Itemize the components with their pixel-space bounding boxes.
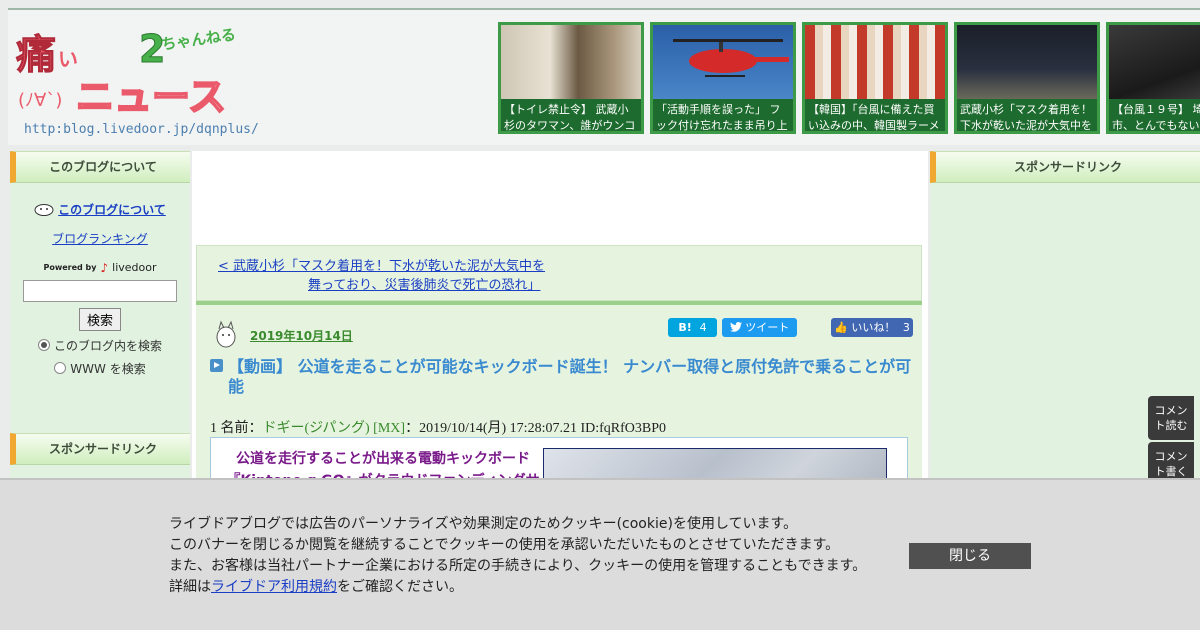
thumb-caption: 【台風１９号】 埼玉山市、とんでもない xyxy=(1112,103,1200,132)
terms-link[interactable]: ライブドア利用規約 xyxy=(211,579,337,595)
cookie-line-4: 詳細はライブドア利用規約をご確認ください。 xyxy=(169,577,866,598)
twitter-bird-icon xyxy=(729,322,742,332)
livedoor-label: livedoor xyxy=(112,261,157,274)
res-prefix: 1 名前： xyxy=(210,421,263,436)
site-header: 痛 い 2 ちゃんねる (ﾉ∀`) ニュース http:blog.livedoo… xyxy=(8,8,1200,145)
logo-channel-text: ちゃんねる xyxy=(160,25,234,53)
radio-blog-label: このブログ内を検索 xyxy=(53,338,162,353)
like-count: 3 xyxy=(902,321,910,334)
livedoor-logo-icon: ♪ xyxy=(100,260,109,275)
logo-face: (ﾉ∀`) xyxy=(18,90,62,111)
helicopter-icon xyxy=(673,39,789,77)
sponsor-heading-right: スポンサードリンク xyxy=(930,151,1200,183)
thumb-caption: 武蔵小杉「マスク着用を！下水が乾いた泥が大気中を xyxy=(960,103,1092,132)
headline-thumb[interactable]: 【韓国】「台風に備えた買い込みの中、韓国製ラーメ xyxy=(802,22,948,134)
post-response-header: 1 名前：ドギー(ジパング) [MX]：2019/10/14(月) 17:28:… xyxy=(210,417,666,437)
powered-by-label: Powered by xyxy=(43,263,97,272)
about-section-heading: このブログについて xyxy=(10,151,190,183)
res-name: ドギー(ジパング) [MX] xyxy=(262,421,406,436)
hatena-count: 4 xyxy=(699,321,707,334)
logo-news: ニュース xyxy=(76,75,226,119)
site-logo[interactable]: 痛 い 2 ちゃんねる (ﾉ∀`) ニュース http:blog.livedoo… xyxy=(14,20,259,140)
thumb-caption: 「活動手順を誤った」 フック付け忘れたまま吊り上 xyxy=(656,103,788,132)
powered-by-livedoor[interactable]: Powered by ♪ livedoor xyxy=(10,261,190,275)
tweet-button[interactable]: ツイート xyxy=(722,318,797,337)
logo-graphic: 痛 い 2 ちゃんねる (ﾉ∀`) ニュース xyxy=(16,25,237,120)
radio-unselected-icon[interactable] xyxy=(54,362,67,374)
cookie-line-4-suffix: をご確認ください。 xyxy=(337,579,463,595)
about-section: このブログについて ブログランキング Powered by ♪ livedoor… xyxy=(10,183,190,377)
cookie-banner: ライブドアブログでは広告のパーソナライズや効果測定のためクッキー(cookie)… xyxy=(0,478,1200,630)
sponsor-heading-left: スポンサードリンク xyxy=(10,432,190,465)
cookie-line-4-prefix: 詳細は xyxy=(169,579,211,595)
thumb-caption: 【トイレ禁止令】 武蔵小杉のタワマン、誰がウンコし xyxy=(504,103,636,132)
about-blog-link[interactable]: このブログについて xyxy=(34,201,166,218)
search-button[interactable]: 検索 xyxy=(79,307,121,331)
headline-thumb[interactable]: 武蔵小杉「マスク着用を！下水が乾いた泥が大気中を xyxy=(954,22,1100,134)
radio-search-blog[interactable]: このブログ内を検索 xyxy=(10,337,190,354)
logo-url: http:blog.livedoor.jp/dqnplus/ xyxy=(24,122,259,137)
logo-kanji: 痛 xyxy=(16,32,56,78)
res-meta: ：2019/10/14(月) 17:28:07.21 ID:fqRfO3BP0 xyxy=(405,421,667,436)
cookie-line-3: また、お客様は当社パートナー企業における所定の手続きにより、クッキーの使用を管理… xyxy=(169,558,867,574)
comment-read-button[interactable]: コメント読む xyxy=(1148,396,1194,440)
comment-read-label: コメント読む xyxy=(1154,404,1188,432)
about-blog-link-label: このブログについて xyxy=(58,203,166,217)
radio-www-label: WWW を検索 xyxy=(70,361,146,376)
thumb-image xyxy=(1109,25,1200,99)
facebook-like-button[interactable]: 👍 いいね！ 3 xyxy=(831,318,913,337)
post-title[interactable]: 【動画】 公道を走ることが可能なキックボード誕生！ ナンバー取得と原付免許で乗る… xyxy=(228,357,912,397)
cookie-line-1: ライブドアブログでは広告のパーソナライズや効果測定のためクッキー(cookie)… xyxy=(169,516,798,532)
radio-selected-icon[interactable] xyxy=(37,339,50,351)
radio-search-www[interactable]: WWW を検索 xyxy=(10,360,190,377)
blog-ranking-link[interactable]: ブログランキング xyxy=(10,230,190,247)
thumb-image xyxy=(957,25,1097,99)
thumb-image xyxy=(501,25,641,99)
mascot-icon xyxy=(216,320,236,348)
headline-thumb[interactable]: 「活動手順を誤った」 フック付け忘れたまま吊り上 xyxy=(650,22,796,134)
prev-article-link[interactable]: < 武蔵小杉「マスク着用を！下水が乾いた泥が大気中を xyxy=(218,255,545,274)
headline-thumb[interactable]: 【トイレ禁止令】 武蔵小杉のタワマン、誰がウンコし xyxy=(498,22,644,134)
thumb-image xyxy=(653,25,793,99)
post-date[interactable]: 2019年10月14日 xyxy=(250,327,353,344)
blog-search-input[interactable] xyxy=(23,279,177,302)
headline-thumbnails: 【トイレ禁止令】 武蔵小杉のタワマン、誰がウンコし 「活動手順を誤った」 フック… xyxy=(498,22,1200,134)
thumbs-up-icon: 👍 xyxy=(834,321,848,334)
thumb-caption: 【韓国】「台風に備えた買い込みの中、韓国製ラーメ xyxy=(808,103,940,132)
headline-thumb[interactable]: 【台風１９号】 埼玉山市、とんでもない xyxy=(1106,22,1200,134)
tweet-label: ツイート xyxy=(745,321,790,334)
cookie-line-2: このバナーを閉じるか閲覧を継続することでクッキーの使用を承認いただいたものとさせ… xyxy=(169,537,840,553)
logo-hiragana: い xyxy=(58,47,78,71)
face-icon xyxy=(34,203,54,216)
cookie-text: ライブドアブログでは広告のパーソナライズや効果測定のためクッキー(cookie)… xyxy=(169,514,866,598)
prev-article-nav: < 武蔵小杉「マスク着用を！下水が乾いた泥が大気中を 舞っており、災害後肺炎で死… xyxy=(196,245,922,301)
hatena-bookmark-button[interactable]: B! 4 xyxy=(668,318,717,337)
cookie-close-button[interactable]: 閉じる xyxy=(909,543,1031,569)
prev-article-link-cont[interactable]: 舞っており、災害後肺炎で死亡の恐れ」 xyxy=(308,274,540,293)
hatena-icon: B! xyxy=(678,321,692,334)
like-label: いいね！ xyxy=(851,321,896,334)
video-play-icon xyxy=(210,359,223,372)
comment-write-label: コメント書く xyxy=(1154,450,1188,478)
thumb-image xyxy=(805,25,945,99)
